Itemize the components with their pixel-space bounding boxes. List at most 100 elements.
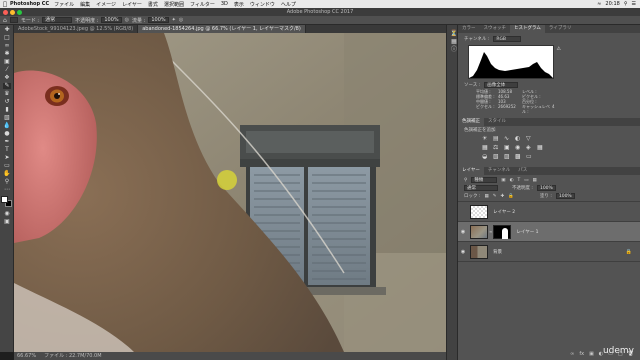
add-mask-icon[interactable]: ▣ [589,351,594,357]
histogram-warning-icon[interactable]: ⚠ [557,46,561,52]
airbrush-icon[interactable]: ✦ [172,17,176,23]
exposure-icon[interactable]: ◐ [515,135,523,142]
home-icon[interactable]: ⌂ [3,17,7,24]
apple-icon[interactable]:  [0,1,10,8]
properties-panel-icon[interactable]: ▦ [450,39,458,45]
menu-view[interactable]: 表示 [234,1,244,8]
eraser-tool-icon[interactable]: ▮ [3,107,11,113]
levels-icon[interactable]: ▤ [493,135,501,142]
tab-swatches[interactable]: スウォッチ [480,25,511,33]
screen-mode-icon[interactable]: ▣ [3,219,11,225]
vibrance-icon[interactable]: ▽ [526,135,534,142]
filter-adjustment-icon[interactable]: ◐ [510,178,514,183]
color-swatches[interactable] [1,196,13,208]
foreground-color-swatch[interactable] [1,196,8,203]
minimize-window-button[interactable] [10,9,15,15]
path-select-tool-icon[interactable]: ➤ [3,155,11,161]
pressure-size-icon[interactable]: ◎ [179,17,183,23]
menu-filter[interactable]: フィルター [190,1,215,8]
gradient-tool-icon[interactable]: ▧ [3,115,11,121]
layer-opacity-field[interactable]: 100% [536,185,556,191]
tab-libraries[interactable]: ライブラリ [545,25,576,33]
doc-tab-2[interactable]: abandoned-1854264.jpg @ 66.7% (レイヤー 1, レ… [138,25,306,33]
filter-pixel-icon[interactable]: ▣ [501,178,505,183]
threshold-icon[interactable]: ▨ [504,153,512,160]
app-menu[interactable]: Photoshop CC [10,1,49,7]
eyedropper-tool-icon[interactable]: ⁄ [3,67,11,73]
lock-position-icon[interactable]: ✚ [501,194,505,199]
tab-layers[interactable]: レイヤー [458,167,484,175]
filter-shape-icon[interactable]: ▭ [524,178,528,183]
search-icon[interactable]: ⚲ [624,1,628,7]
curves-icon[interactable]: ∿ [504,135,512,142]
menu-edit[interactable]: 編集 [80,1,90,8]
lock-transparent-icon[interactable]: ▦ [484,194,488,199]
menu-3d[interactable]: 3D [221,1,228,7]
menu-help[interactable]: ヘルプ [281,1,296,8]
layer-name[interactable]: レイヤー 1 [516,229,538,235]
type-tool-icon[interactable]: T [3,147,11,153]
document-canvas[interactable] [14,33,446,352]
pressure-opacity-icon[interactable]: ◎ [125,17,129,23]
doc-size-info[interactable]: ファイル : 22.7M/70.0M [44,352,101,360]
hand-tool-icon[interactable]: ✋ [3,171,11,177]
flow-field[interactable]: 100% [148,17,169,23]
black-white-icon[interactable]: ▣ [504,144,512,151]
crop-tool-icon[interactable]: ▣ [3,59,11,65]
tab-paths[interactable]: パス [514,167,531,175]
info-panel-icon[interactable]: ⓘ [450,47,458,53]
healing-brush-tool-icon[interactable]: ❖ [3,75,11,81]
fill-field[interactable]: 100% [555,193,575,199]
menu-list-icon[interactable]: ☰ [632,1,636,7]
channel-select[interactable]: RGB [493,36,522,42]
brush-tool-icon[interactable]: ✎ [3,83,11,89]
blur-tool-icon[interactable]: 💧 [3,123,11,129]
source-select[interactable]: 画像全体 [484,82,519,88]
blend-mode-select[interactable]: 通常 [464,185,498,191]
lock-all-icon[interactable]: 🔒 [508,194,514,199]
tab-histogram[interactable]: ヒストグラム [510,25,545,33]
quick-mask-icon[interactable]: ◉ [3,211,11,217]
more-tools-icon[interactable]: ⋯ [3,187,11,193]
shape-tool-icon[interactable]: ▭ [3,163,11,169]
zoom-tool-icon[interactable]: ⚲ [3,179,11,185]
move-tool-icon[interactable]: ✚ [3,27,11,33]
zoom-level[interactable]: 66.67% [17,352,36,360]
layer-kind-select[interactable]: 種類 [471,177,498,183]
dodge-tool-icon[interactable]: ● [3,131,11,137]
color-balance-icon[interactable]: ⚖ [493,144,501,151]
clone-stamp-tool-icon[interactable]: ♛ [3,91,11,97]
gradient-map-icon[interactable]: ▩ [515,153,523,160]
layer-name[interactable]: レイヤー 2 [493,209,515,215]
tab-styles[interactable]: スタイル [484,118,510,126]
eye-icon[interactable]: ◉ [458,249,468,255]
selective-color-icon[interactable]: ▭ [526,153,534,160]
menu-type[interactable]: 書式 [148,1,158,8]
canvas-image[interactable] [14,33,446,352]
eye-icon[interactable]: ◉ [458,229,468,235]
photo-filter-icon[interactable]: ◉ [515,144,523,151]
hue-saturation-icon[interactable]: ▦ [482,144,490,151]
history-brush-tool-icon[interactable]: ↺ [3,99,11,105]
layer-row[interactable]: ◉ ∞ レイヤー 1 [458,222,640,242]
quick-select-tool-icon[interactable]: ✱ [3,51,11,57]
wifi-icon[interactable]: ≈ [597,1,601,7]
posterize-icon[interactable]: ▧ [493,153,501,160]
menu-window[interactable]: ウィンドウ [250,1,275,8]
zoom-window-button[interactable] [17,9,22,15]
brush-preset-icon[interactable] [9,17,18,23]
layer-style-icon[interactable]: fx [579,351,584,357]
channel-mixer-icon[interactable]: ◈ [526,144,534,151]
tab-channels[interactable]: チャンネル [484,167,514,175]
layer-mask-thumbnail[interactable] [493,224,512,239]
menu-image[interactable]: イメージ [96,1,116,8]
filter-smart-icon[interactable]: ▦ [533,178,537,183]
menu-file[interactable]: ファイル [54,1,74,8]
menu-layer[interactable]: レイヤー [122,1,142,8]
color-lookup-icon[interactable]: ▦ [537,144,545,151]
close-window-button[interactable] [3,9,8,15]
opacity-field[interactable]: 100% [101,17,122,23]
menu-select[interactable]: 選択範囲 [164,1,184,8]
link-layers-icon[interactable]: ∞ [570,351,574,357]
history-panel-icon[interactable]: ⏳ [450,31,458,37]
